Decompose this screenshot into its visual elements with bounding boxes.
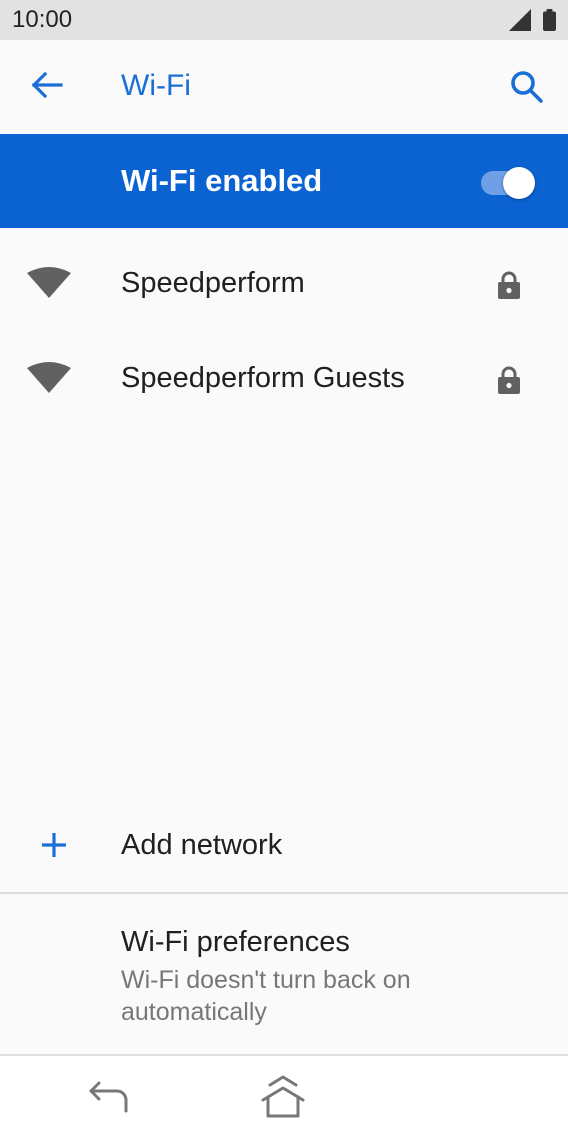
network-item-speedperform[interactable]: Speedperform: [0, 236, 568, 331]
lock-icon: [497, 366, 521, 399]
wifi-enabled-label: Wi-Fi enabled: [121, 163, 323, 198]
network-list: Speedperform Speedperform Guests: [0, 236, 568, 426]
cell-signal-icon: [509, 9, 531, 36]
wifi-preferences-title: Wi-Fi preferences: [121, 926, 350, 958]
wifi-preferences-item[interactable]: Wi-Fi preferences Wi-Fi doesn't turn bac…: [0, 894, 568, 1054]
wifi-preferences-summary: Wi-Fi doesn't turn back on automatically: [121, 966, 411, 1026]
wifi-master-switch[interactable]: Wi-Fi enabled: [0, 134, 568, 228]
network-item-speedperform-guests[interactable]: Speedperform Guests: [0, 331, 568, 426]
page-title: Wi-Fi: [121, 69, 191, 102]
arrow-back-icon[interactable]: [30, 70, 64, 105]
app-bar: Wi-Fi: [0, 40, 568, 134]
network-name: Speedperform: [121, 267, 305, 299]
search-icon[interactable]: [508, 68, 546, 111]
plus-icon: [40, 831, 68, 864]
battery-icon: [543, 9, 556, 36]
nav-back-icon[interactable]: [87, 1080, 131, 1119]
navigation-bar: [0, 1054, 568, 1136]
wifi-signal-icon: [27, 266, 71, 303]
network-name: Speedperform Guests: [121, 362, 405, 394]
toggle-thumb[interactable]: [503, 167, 535, 199]
add-network-button[interactable]: Add network: [0, 800, 568, 892]
add-network-label: Add network: [121, 829, 283, 861]
status-time: 10:00: [12, 6, 73, 33]
status-bar: 10:00: [0, 0, 568, 40]
lock-icon: [497, 271, 521, 304]
wifi-signal-icon: [27, 361, 71, 398]
nav-home-icon[interactable]: [258, 1074, 308, 1125]
